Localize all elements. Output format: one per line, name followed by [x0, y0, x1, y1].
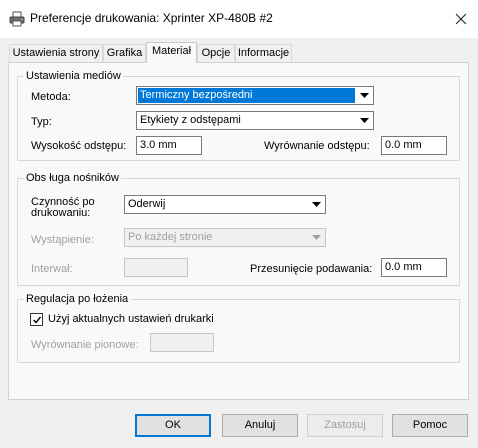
- close-icon: [455, 13, 467, 25]
- type-value: Etykiety z odstępami: [140, 114, 241, 126]
- gap-alignment-label: Wyrównanie odstępu:: [264, 140, 370, 152]
- vertical-alignment-label: Wyrównanie pionowe:: [31, 339, 139, 351]
- post-print-label-line2: drukowaniu:: [31, 207, 91, 219]
- tab-graphics[interactable]: Grafika: [103, 44, 146, 62]
- post-print-dropdown[interactable]: Oderwij: [124, 195, 326, 214]
- chevron-down-icon: [310, 198, 323, 211]
- position-adjust-group: Regulacja po łożenia: [17, 293, 460, 363]
- gap-height-input[interactable]: 3.0 mm: [136, 136, 202, 155]
- occurrence-label: Wystąpienie:: [31, 234, 94, 246]
- occurrence-value: Po każdej stronie: [128, 231, 213, 243]
- interval-label: Interwał:: [31, 263, 73, 275]
- method-value: Termiczny bezpośredni: [138, 88, 355, 103]
- tab-material[interactable]: Materiał: [146, 42, 197, 63]
- position-adjust-legend: Regulacja po łożenia: [24, 293, 131, 305]
- title-bar: Preferencje drukowania: Xprinter XP-480B…: [0, 0, 478, 38]
- type-dropdown[interactable]: Etykiety z odstępami: [136, 111, 374, 130]
- tab-options[interactable]: Opcje: [197, 44, 235, 62]
- interval-input[interactable]: [124, 258, 188, 277]
- method-label: Metoda:: [31, 91, 71, 103]
- feed-offset-input[interactable]: 0.0 mm: [381, 258, 447, 277]
- ok-button[interactable]: OK: [135, 414, 211, 437]
- window-title: Preferencje drukowania: Xprinter XP-480B…: [30, 11, 273, 25]
- feed-offset-label: Przesunięcie podawania:: [250, 263, 373, 275]
- chevron-down-icon: [310, 231, 323, 244]
- chevron-down-icon: [358, 89, 371, 102]
- post-print-value: Oderwij: [128, 198, 166, 210]
- gap-height-label: Wysokość odstępu:: [31, 140, 127, 152]
- apply-button[interactable]: Zastosuj: [307, 414, 383, 437]
- checkmark-icon: [32, 316, 41, 324]
- help-button[interactable]: Pomoc: [392, 414, 468, 437]
- use-current-settings-checkbox[interactable]: [30, 313, 43, 326]
- print-preferences-dialog: Preferencje drukowania: Xprinter XP-480B…: [0, 0, 478, 448]
- tab-page-setup[interactable]: Ustawienia strony: [9, 44, 103, 62]
- printer-icon: [9, 11, 25, 27]
- media-settings-legend: Ustawienia mediów: [24, 70, 123, 82]
- use-current-settings-label[interactable]: Użyj aktualnych ustawień drukarki: [48, 313, 214, 325]
- chevron-down-icon: [358, 114, 371, 127]
- vertical-alignment-input[interactable]: [150, 333, 214, 352]
- type-label: Typ:: [31, 116, 52, 128]
- occurrence-dropdown[interactable]: Po każdej stronie: [124, 228, 326, 247]
- close-button[interactable]: [444, 2, 478, 36]
- media-handling-legend: Obs ługa nośników: [24, 172, 121, 184]
- method-dropdown[interactable]: Termiczny bezpośredni: [136, 86, 374, 105]
- tab-information[interactable]: Informacje: [235, 44, 292, 62]
- gap-alignment-input[interactable]: 0.0 mm: [381, 136, 447, 155]
- cancel-button[interactable]: Anuluj: [222, 414, 298, 437]
